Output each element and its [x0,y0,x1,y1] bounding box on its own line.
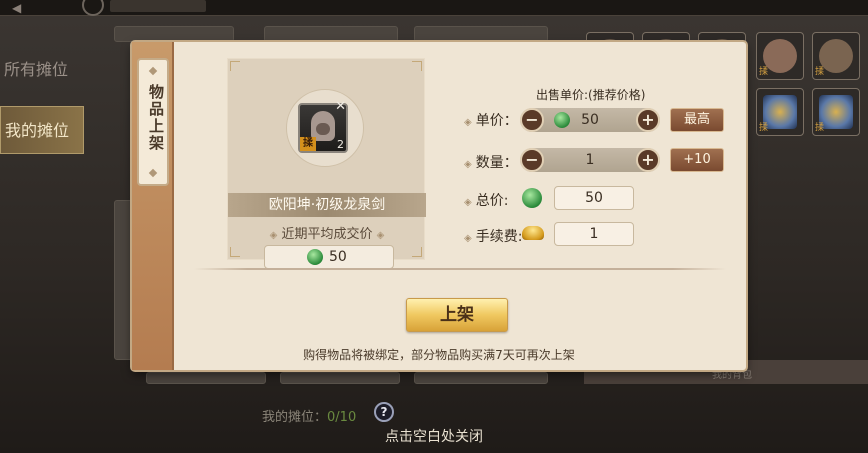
inventory-slot[interactable]: 揉 [756,32,804,80]
stall-card [114,200,134,360]
item-name: 欧阳坤·初级龙泉剑 [228,193,426,217]
fee-value: 1 [554,222,634,246]
diamond-ornament-icon [148,66,158,76]
stall-card [414,372,548,384]
total-label: ◈ 总价: [464,193,509,209]
inventory-slot[interactable]: 揉 [756,88,804,136]
sell-price-header: 出售单价:(推荐价格) [536,88,646,102]
question-icon[interactable]: ? [374,402,394,422]
stall-count: 我的摊位：0/10 [262,410,357,425]
jade-coin-icon [522,188,542,208]
dialog-side-strip: 物品上架 [132,42,174,370]
fee-label: ◈ 手续费: [464,229,523,245]
grade-tag: 揉 [300,137,316,151]
unit-price-label: ◈ 单价： [464,113,518,129]
item-panel: ✕ 揉 2 欧阳坤·初级龙泉剑 ◈ 近期平均成交价 ◈ 50 [227,58,426,269]
top-bar: ◀ [0,0,868,16]
list-for-sale-button[interactable]: 上架 [406,298,508,332]
side-tab: 物品上架 [137,58,169,186]
back-icon[interactable]: ◀ [12,1,21,15]
max-price-button[interactable]: 最高 [670,108,724,132]
tab-all-stalls[interactable]: 所有摊位 [0,46,84,94]
stall-card [280,372,400,384]
sword-icon: ✕ [335,99,346,114]
jade-coin-icon [307,249,323,265]
plus10-button[interactable]: +10 [670,148,724,172]
unit-price-stepper[interactable]: − 50 + [520,108,660,132]
screen-title [110,0,206,12]
unit-price-plus-button[interactable]: + [636,108,660,132]
quantity-label: ◈ 数量： [464,155,518,171]
divider [194,268,726,270]
diamond-ornament-icon [148,168,158,178]
menu-emblem-icon [82,0,104,16]
hooded-character-icon[interactable]: ✕ 揉 2 [298,99,348,153]
stall-card [114,26,234,42]
item-quantity: 2 [337,138,344,151]
avg-price-box: 50 [264,245,394,269]
list-item-dialog: 物品上架 ✕ 揉 2 欧阳坤·初级龙泉剑 ◈ 近期平均成交价 ◈ 50 出售单价… [132,42,746,370]
quantity-stepper[interactable]: − 1 + [520,148,660,172]
tab-my-stall[interactable]: 我的摊位 [0,106,84,154]
total-value: 50 [554,186,634,210]
stall-card [264,26,398,42]
close-hint[interactable]: 点击空白处关闭 [0,426,868,446]
avg-price-label: ◈ 近期平均成交价 ◈ [269,227,385,242]
stall-card [146,372,266,384]
inventory-slot[interactable]: 揉 [812,32,860,80]
stall-card [414,26,548,42]
gold-ingot-icon [522,226,544,240]
binding-note: 购得物品将被绑定，部分物品购买满7天可再次上架 [303,348,575,362]
side-tab-label: 物品上架 [147,84,165,152]
quantity-plus-button[interactable]: + [636,148,660,172]
inventory-slot[interactable]: 揉 [812,88,860,136]
